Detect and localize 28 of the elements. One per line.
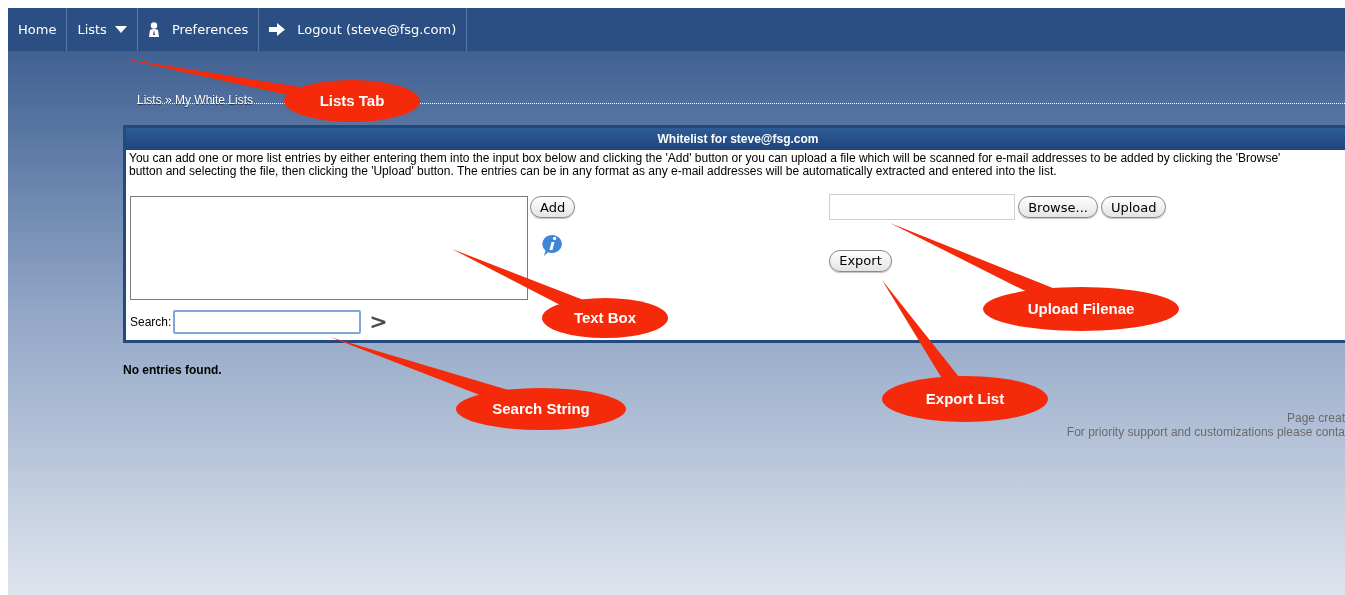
browse-button[interactable]: Browse... bbox=[1018, 196, 1098, 218]
info-icon[interactable] bbox=[540, 234, 564, 258]
add-button[interactable]: Add bbox=[530, 196, 576, 218]
description-text: You can add one or more list entries by either entering them into the input box below and clicking the 'Add' button or you can upload a file which will be scanned for e-mail addresses to be added by clicking the 'Browse' button and selecting the file, then clicking the 'Upload' button. The entries can be in any format as any e-mail addresses will be automatically extracted and entered into the list. bbox=[128, 150, 1282, 178]
breadcrumb: Lists » My White Lists bbox=[137, 93, 254, 107]
footer-text: For priority support and customizations please conta bbox=[1066, 425, 1345, 439]
callout-text: Search String bbox=[492, 400, 590, 417]
caret-down-icon bbox=[114, 25, 127, 34]
upload-filename-field[interactable] bbox=[829, 194, 1016, 220]
person-icon bbox=[147, 22, 160, 37]
footer-text: Page creat bbox=[1286, 411, 1345, 425]
search-field[interactable] bbox=[173, 310, 362, 334]
callout-text: Upload Filenae bbox=[1027, 300, 1135, 317]
callout-text: Export List bbox=[925, 390, 1005, 407]
nav-link[interactable]: Logout (steve@fsg.com) bbox=[259, 8, 468, 51]
upload-button[interactable]: Upload bbox=[1100, 196, 1167, 218]
nav-link[interactable]: Lists bbox=[67, 8, 138, 51]
arrow-right-icon bbox=[269, 23, 286, 36]
search-label: Search: bbox=[130, 314, 172, 331]
status-text: No entries found. bbox=[123, 363, 222, 377]
export-button[interactable]: Export bbox=[829, 249, 892, 272]
nav-link[interactable]: Home bbox=[8, 8, 68, 51]
callout-text: Text Box bbox=[573, 309, 637, 326]
entries-text-area[interactable] bbox=[130, 196, 528, 300]
callout-text: Lists Tab bbox=[319, 92, 385, 109]
search-go-button[interactable]: > bbox=[369, 311, 388, 333]
panel-title: Whitelist for steve@fsg.com bbox=[657, 131, 819, 148]
nav-link[interactable]: Preferences bbox=[137, 8, 260, 51]
